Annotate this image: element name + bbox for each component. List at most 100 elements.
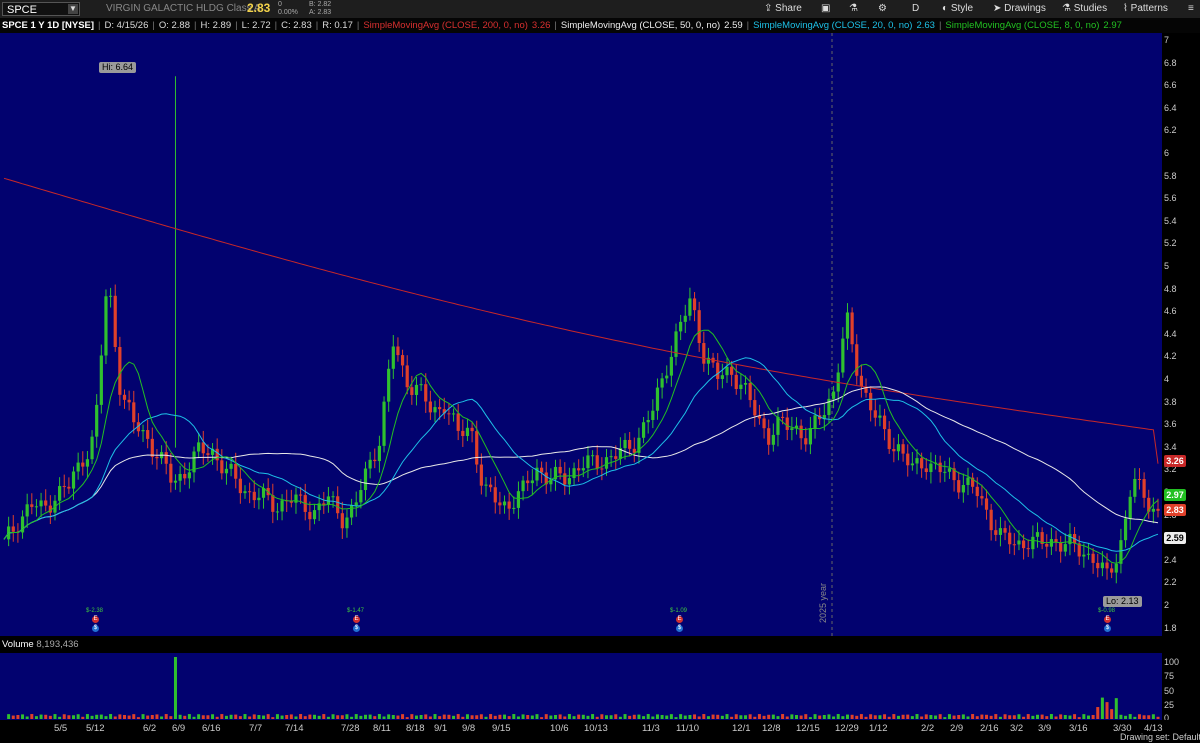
volume-bar [1003,714,1007,719]
candle-body [299,494,303,496]
sma50-label[interactable]: SimpleMovingAvg (CLOSE, 50, 0, no) [559,18,722,33]
candle-body [855,344,859,376]
price-tick: 5.2 [1164,238,1177,249]
candle-body [915,458,919,464]
earnings-icon[interactable]: E [1104,616,1111,623]
candle-body [1003,528,1007,533]
candle-body [1123,518,1128,541]
volume-bar [971,714,975,719]
price-tick: 2 [1164,600,1170,610]
candle-body [95,404,99,437]
layout-icon[interactable]: ▣ [821,2,830,16]
volume-bar [558,714,562,719]
price-tick: 4.2 [1164,351,1177,362]
candle-body [331,496,335,498]
volume-bar [655,714,659,719]
candle-body [859,375,863,387]
symbol-input[interactable]: SPCE ▼ [2,2,80,16]
sma200-label[interactable]: SimpleMovingAvg (CLOSE, 200, 0, no) [361,18,530,33]
volume-bar [563,716,567,719]
price-tick: 6 [1164,148,1170,158]
chevron-down-icon[interactable]: ▼ [68,4,78,14]
earnings-icon[interactable]: E [676,616,683,623]
style-label: Style [950,3,974,14]
sma20-label[interactable]: SimpleMovingAvg (CLOSE, 20, 0, no) [751,18,914,33]
candle-body [577,468,581,471]
candle-body [980,496,984,499]
volume-bar [785,716,789,719]
low-label: Lo: 2.13 [1103,596,1142,607]
patterns-button[interactable]: ⌇ Patterns [1123,2,1168,16]
studies-button[interactable]: ⚗ Studies [1062,2,1107,16]
volume-bar [99,714,103,719]
date-axis[interactable]: 5/5 5/12 6/2 6/9 6/16 7/7 7/14 7/28 8/11 8/18 9/1 9… [0,720,1200,743]
volume-bar [1096,707,1100,719]
candle-body [1110,568,1114,573]
volume-bar [660,715,664,719]
candle-body [308,511,312,520]
volume-bar [438,716,442,719]
style-button[interactable]: ◐ Style [942,2,973,16]
volume-bar [136,717,140,719]
volume-bar [1114,698,1118,719]
volume-bar [90,715,94,719]
date-tick: 3/2 [1010,723,1024,734]
sma8-line [3,329,1159,564]
volume-bar [85,714,89,719]
candle-body [122,394,127,400]
volume-bar [95,714,99,719]
volume-bar [549,715,553,719]
volume-bar [350,716,354,719]
volume-chart[interactable] [0,653,1162,720]
sma20-value: 2.63 [916,20,935,31]
candle-body [465,427,470,437]
sma8-label[interactable]: SimpleMovingAvg (CLOSE, 8, 0, no) [943,18,1101,33]
candle-body [44,500,48,506]
share-button[interactable]: ⇪ Share [764,2,802,16]
candle-body [697,310,701,344]
volume-bar [275,714,279,719]
candle-body [595,455,599,469]
earnings-icon[interactable]: E [92,616,99,623]
candle-body [363,468,368,491]
price-chart[interactable]: 2025 year Hi: 6.64 Lo: 2.13 $-2.38 E $ $… [0,33,1162,636]
period-button[interactable]: D [912,2,919,16]
dividend-icon[interactable]: $ [676,625,683,632]
volume-bar [771,714,775,719]
volume-bar [994,714,998,719]
volume-bar [104,716,108,719]
dividend-icon[interactable]: $ [1104,625,1111,632]
candle-body [150,438,154,457]
volume-bar [248,716,252,719]
candle-body [1091,553,1095,563]
volume-bar [892,714,896,719]
volume-bar [869,714,873,719]
volume-bar [146,715,150,719]
gear-icon[interactable]: ⚙ [878,2,887,16]
menu-icon[interactable]: ≡ [1188,2,1194,16]
volume-bar [81,716,85,719]
volume-bar [637,714,641,719]
candle-body [734,374,738,389]
drawing-set-label[interactable]: Drawing set: Default [1120,732,1200,742]
volume-bar [396,715,400,719]
drawings-button[interactable]: ➤ Drawings [993,2,1046,16]
sma20-line [3,357,1159,552]
date-tick: 5/5 [54,723,68,734]
earnings-icon[interactable]: E [353,616,360,623]
price-tick: 3.8 [1164,396,1177,407]
candle-body [456,413,460,431]
volume-bar [368,714,372,719]
candle-body [646,419,650,423]
candle-body [1114,563,1118,573]
candle-body [975,486,979,497]
candle-body [76,462,80,472]
flask-icon[interactable]: ⚗ [849,2,858,16]
dividend-icon[interactable]: $ [353,625,360,632]
volume-bar [461,716,465,719]
dividend-icon[interactable]: $ [92,625,99,632]
volume-bar [864,716,868,719]
volume-bar [706,716,710,719]
earnings-label: $-0.98 [1098,608,1116,614]
volume-bar [776,716,780,719]
